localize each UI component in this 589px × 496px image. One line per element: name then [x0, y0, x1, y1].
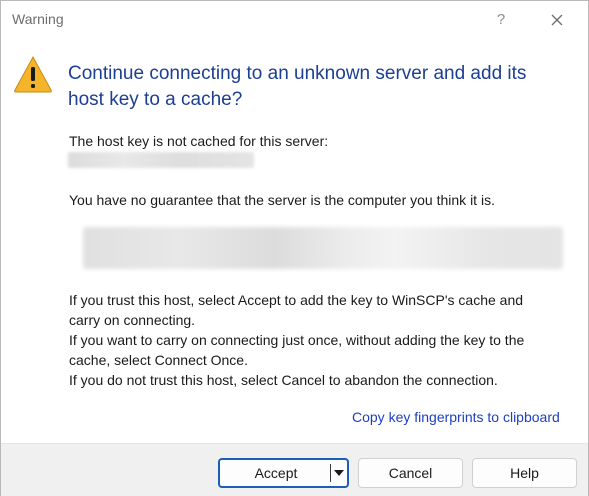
accept-button-label: Accept — [254, 465, 298, 481]
window-title: Warning — [12, 11, 64, 27]
no-guarantee-text: You have no guarantee that the server is… — [69, 192, 495, 208]
redacted-key-fingerprint — [83, 227, 563, 269]
button-bar: Accept Cancel Help — [1, 443, 588, 496]
copy-fingerprints-link[interactable]: Copy key fingerprints to clipboard — [352, 407, 560, 427]
redacted-server-name — [68, 152, 254, 168]
instructions-text: If you trust this host, select Accept to… — [69, 290, 574, 390]
dialog-heading: Continue connecting to an unknown server… — [68, 63, 527, 110]
cancel-button[interactable]: Cancel — [358, 458, 463, 488]
host-key-not-cached-text: The host key is not cached for this serv… — [69, 133, 329, 149]
accept-button[interactable]: Accept — [218, 458, 349, 488]
instruction-line: cache, select Connect Once. — [69, 352, 248, 368]
warning-dialog: Warning ? Continue connecting to an unkn… — [0, 0, 589, 496]
split-separator — [330, 464, 331, 482]
title-help-button[interactable]: ? — [485, 7, 517, 33]
instruction-line: carry on connecting. — [69, 312, 196, 328]
help-button[interactable]: Help — [472, 458, 577, 488]
warning-triangle-icon — [14, 55, 52, 93]
dropdown-arrow-icon[interactable] — [334, 470, 344, 476]
instruction-line: If you want to carry on connecting just … — [69, 332, 525, 348]
instruction-line: If you do not trust this host, select Ca… — [69, 372, 498, 388]
title-bar: Warning ? — [1, 1, 588, 39]
close-button[interactable] — [541, 7, 573, 33]
instruction-line: If you trust this host, select Accept to… — [69, 292, 524, 308]
close-icon — [551, 14, 563, 26]
